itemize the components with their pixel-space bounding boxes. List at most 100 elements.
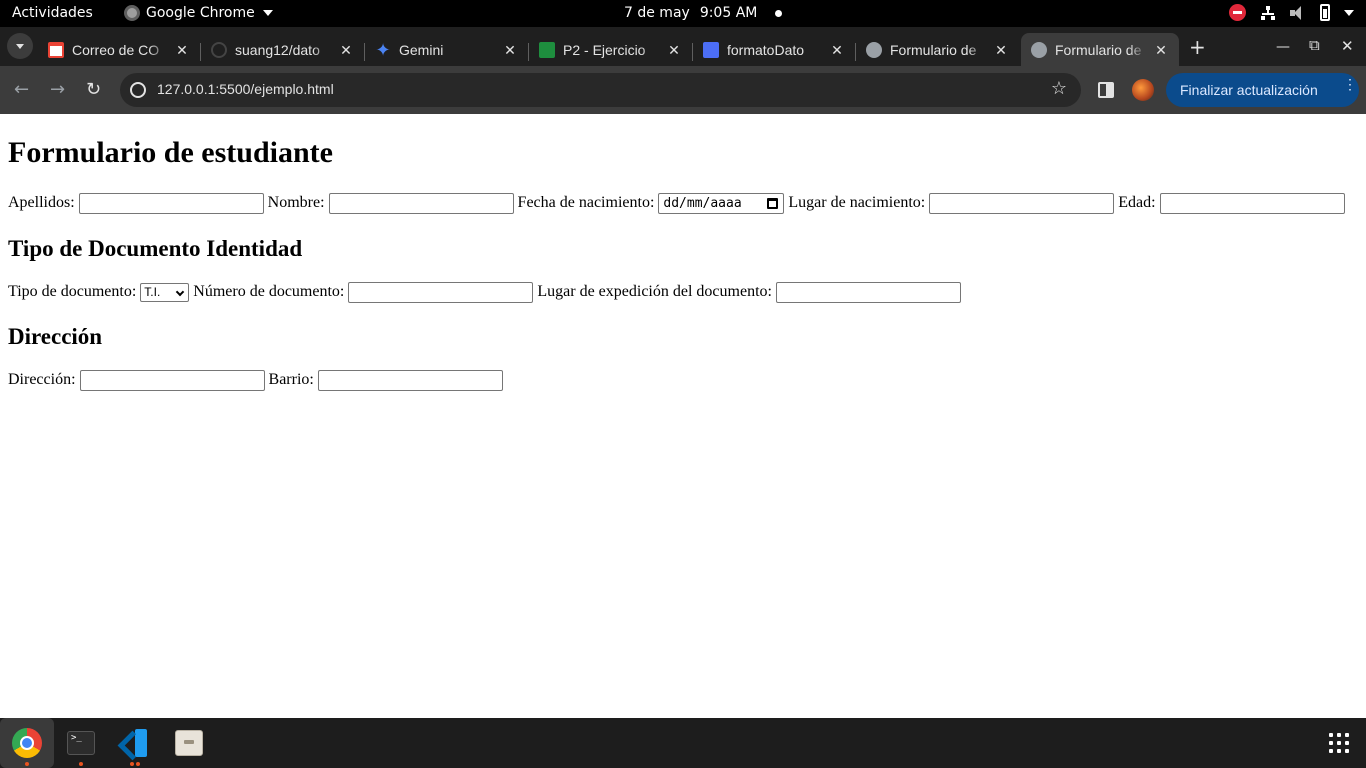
reload-button[interactable]: ↻: [86, 80, 101, 100]
files-icon: [175, 730, 203, 756]
globe-icon: [866, 41, 882, 58]
lugar-nacimiento-input[interactable]: [929, 192, 1115, 214]
date-placeholder: dd/mm/aaaa: [663, 195, 742, 211]
edad-label: Edad:: [1118, 194, 1156, 211]
forward-button[interactable]: →: [50, 80, 65, 100]
gmail-icon: [48, 41, 64, 58]
lugar-expedicion-label: Lugar de expedición del documento:: [537, 283, 772, 300]
dock-files[interactable]: [162, 718, 216, 768]
tab-title: Correo de CO: [72, 41, 160, 58]
fecha-nacimiento-input[interactable]: dd/mm/aaaa: [658, 192, 785, 214]
new-tab-button[interactable]: +: [1189, 37, 1206, 57]
chrome-icon: [12, 728, 42, 758]
close-window-icon[interactable]: ✕: [1341, 37, 1354, 55]
chrome-app-icon: [124, 5, 140, 21]
close-tab-icon[interactable]: ✕: [666, 42, 682, 58]
chevron-down-icon: [16, 43, 24, 49]
bookmark-star-icon[interactable]: ☆: [1051, 78, 1067, 99]
terminal-icon: >_: [67, 731, 95, 755]
tab-gemini[interactable]: ✦ Gemini ✕: [365, 33, 528, 66]
tab-title: P2 - Ejercicio: [563, 41, 646, 58]
system-tray[interactable]: [1229, 4, 1354, 21]
close-tab-icon[interactable]: ✕: [829, 42, 845, 58]
tab-docs[interactable]: formatoDato ✕: [693, 33, 855, 66]
running-indicator: [130, 762, 134, 766]
lugar-expedicion-input[interactable]: [775, 281, 961, 303]
close-tab-icon[interactable]: ✕: [1153, 42, 1169, 58]
clock-time: 9:05 AM: [699, 5, 758, 21]
nombre-input[interactable]: [328, 192, 514, 214]
apellidos-label: Apellidos:: [8, 194, 75, 211]
docs-icon: [703, 41, 719, 58]
activities-button[interactable]: Actividades: [12, 5, 93, 21]
browser-toolbar: ← → ↻ 127.0.0.1:5500/ejemplo.html ☆ Fina…: [0, 66, 1366, 114]
github-icon: [211, 41, 227, 58]
system-menu-caret-icon[interactable]: [1344, 9, 1354, 16]
battery-icon[interactable]: [1320, 4, 1330, 21]
vscode-icon: [121, 729, 149, 757]
tipo-documento-select[interactable]: T.I.: [140, 282, 190, 302]
close-tab-icon[interactable]: ✕: [502, 42, 518, 58]
network-icon[interactable]: [1260, 5, 1276, 20]
running-indicator: [136, 762, 140, 766]
tab-formulario-active[interactable]: Formulario de ✕: [1021, 33, 1179, 66]
barrio-label: Barrio:: [268, 371, 314, 388]
address-bar-url[interactable]: 127.0.0.1:5500/ejemplo.html: [157, 81, 334, 97]
lugar-nacimiento-label: Lugar de nacimiento:: [788, 194, 926, 211]
tab-search-button[interactable]: [7, 33, 33, 59]
tab-title: suang12/dato: [235, 41, 320, 58]
apellidos-input[interactable]: [78, 192, 264, 214]
app-menu-label: Google Chrome: [146, 5, 255, 21]
tab-strip: Correo de CO ✕ suang12/dato ✕ ✦ Gemini ✕…: [0, 27, 1366, 66]
site-info-icon[interactable]: [130, 82, 146, 98]
dock-vscode[interactable]: [108, 718, 162, 768]
globe-icon: [1031, 41, 1047, 58]
close-tab-icon[interactable]: ✕: [174, 42, 190, 58]
volume-icon[interactable]: [1290, 5, 1306, 20]
direccion-label: Dirección:: [8, 371, 76, 388]
system-top-bar: Actividades Google Chrome 7 de may 9:05 …: [0, 0, 1366, 27]
tab-title: Formulario de: [890, 41, 977, 58]
tab-gmail[interactable]: Correo de CO ✕: [38, 33, 200, 66]
numero-documento-input[interactable]: [348, 281, 534, 303]
notification-dot-icon: [775, 9, 783, 17]
calendar-icon[interactable]: [767, 197, 779, 209]
section-title-document: Tipo de Documento Identidad: [8, 236, 303, 261]
chevron-down-icon: [176, 287, 185, 296]
section-title-address: Dirección: [8, 324, 103, 349]
web-page: Formulario de estudiante Apellidos: Nomb…: [0, 114, 1366, 718]
do-not-disturb-icon[interactable]: [1229, 4, 1246, 21]
dock-chrome[interactable]: [0, 718, 54, 768]
finish-update-button[interactable]: Finalizar actualización ⋮: [1166, 73, 1359, 107]
running-indicator: [79, 762, 83, 766]
page-title: Formulario de estudiante: [8, 136, 333, 169]
app-grid-icon[interactable]: [1329, 733, 1349, 753]
address-row: Dirección: Barrio:: [8, 369, 503, 391]
close-tab-icon[interactable]: ✕: [993, 42, 1009, 58]
clock[interactable]: 7 de may 9:05 AM: [624, 5, 783, 21]
close-tab-icon[interactable]: ✕: [338, 42, 354, 58]
restore-icon[interactable]: ⧉: [1309, 36, 1320, 54]
personal-data-row: Apellidos: Nombre: Fecha de nacimiento: …: [8, 192, 1345, 214]
back-button[interactable]: ←: [14, 80, 29, 100]
document-row: Tipo de documento: T.I. Número de docume…: [8, 281, 961, 303]
minimize-icon[interactable]: —: [1276, 39, 1290, 55]
classroom-icon: [539, 41, 555, 58]
dock-terminal[interactable]: >_: [54, 718, 108, 768]
tab-github[interactable]: suang12/dato ✕: [201, 33, 364, 66]
side-panel-icon[interactable]: [1098, 82, 1114, 98]
direccion-input[interactable]: [79, 369, 265, 391]
profile-avatar[interactable]: [1132, 79, 1154, 101]
app-menu[interactable]: Google Chrome: [124, 5, 273, 21]
tab-title: Formulario de: [1055, 41, 1142, 58]
barrio-input[interactable]: [317, 369, 503, 391]
running-indicator: [25, 762, 29, 766]
tab-classroom[interactable]: P2 - Ejercicio ✕: [529, 33, 692, 66]
more-menu-icon[interactable]: ⋮: [1343, 77, 1357, 91]
edad-input[interactable]: [1159, 192, 1345, 214]
tab-title: formatoDato: [727, 41, 805, 58]
dock: >_: [0, 718, 1366, 768]
address-bar[interactable]: 127.0.0.1:5500/ejemplo.html ☆: [120, 73, 1081, 107]
gemini-icon: ✦: [375, 39, 391, 60]
tab-formulario[interactable]: Formulario de ✕: [856, 33, 1019, 66]
